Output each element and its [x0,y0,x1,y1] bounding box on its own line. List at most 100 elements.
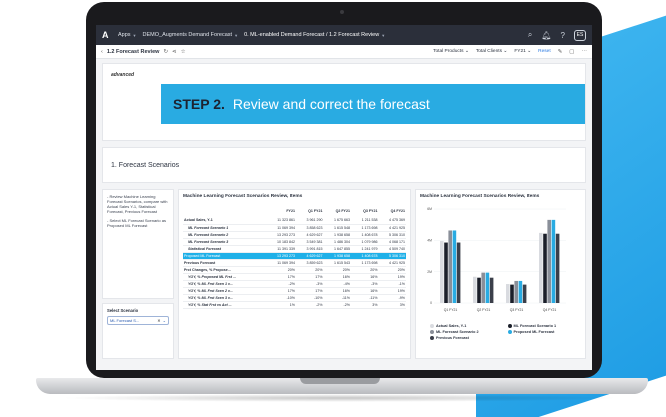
section-header: 1. Forecast Scenarios [102,147,586,183]
search-icon[interactable]: ⌕ [528,30,532,40]
chevron-down-icon[interactable]: ⌄ [163,318,166,323]
edit-icon[interactable]: ✎ [558,49,563,55]
legend-label: ML Forecast Scenario 1 [513,324,557,328]
breadcrumb-page[interactable]: 0. ML-enabled Demand Forecast / 1.2 Fore… [244,32,385,38]
table-row[interactable]: ML Forecast Scenario 2 13 293 273 4 629 62… [183,231,406,239]
table-row[interactable]: YOY, % ML Frst Scen 3 v... -10% -10% -11% -1… [183,294,406,302]
table-row[interactable]: ML Forecast Scenario 3 10 183 842 3 549 38… [183,238,406,246]
table-cell: 1% [265,301,296,309]
legend-item[interactable]: ML Forecast Scenario 2 [430,330,504,334]
table-cell: 1 173 698 [350,224,379,232]
webcam-icon [340,10,344,14]
bar [543,233,547,303]
filter-time[interactable]: FY21 ⌄ [514,49,531,54]
step-banner: STEP 2. Review and correct the forecast [161,84,585,124]
column-header: Q3 FY21 [363,209,378,213]
bar [477,277,481,303]
table-row[interactable]: Proposed ML Forecast 13 293 273 4 629 627 1… [183,252,406,260]
chevron-down-icon: ▼ [234,32,239,38]
table-cell: 3 991 815 [295,245,324,253]
column-header: Q1 FY21 [308,209,323,213]
bar [444,242,448,303]
bar [473,276,477,303]
row-label: ML Forecast Scenario 3 [183,238,266,246]
table-cell: 17% [295,287,324,295]
table-cell: 1 647 855 [323,245,351,253]
table-cell: -10% [265,294,296,302]
breadcrumb-model[interactable]: DEMO_Augments Demand Forecast ▼ [143,32,239,38]
table-row[interactable]: YOY, % Proposed ML Frst ... 17% 17% 16% 16% 1… [183,273,406,281]
row-label: YOY, % ML Frst Scen 2 v... [183,287,266,295]
table-row[interactable]: YOY, % Stat Frst vs Act ... 1% -2% -2% 3% 3% [183,301,406,309]
legend-swatch [430,330,434,334]
star-icon[interactable]: ☆ [181,49,186,55]
table-cell: 11 323 861 [265,217,296,225]
table-row[interactable]: Prct Changes, % Propose... 20% 20% 20% 20% 20… [183,266,406,274]
column-header: FY21 [286,209,295,213]
step-text: Review and correct the forecast [232,96,430,112]
table-row[interactable]: Statistical Forecast 11 391 339 3 991 815 1… [183,245,406,253]
table-cell: -9% [378,294,406,302]
filter-clients[interactable]: Total Clients ⌄ [476,49,507,54]
table-cell: 10 183 842 [265,238,296,246]
app-logo[interactable]: A [102,30,112,40]
table-row[interactable]: ML Forecast Scenario 1 11 069 394 3 858 62… [183,224,406,232]
table-cell: 1 408 678 [350,252,379,260]
table-row[interactable]: YOY, % ML Frst Scen 1 v... -2% -3% -4% -3% -1… [183,280,406,288]
table-cell: 20% [265,266,296,274]
y-tick-label: 6M [427,207,432,211]
share-icon[interactable]: ⋖ [172,49,177,55]
app-topbar: A Apps ▼ DEMO_Augments Demand Forecast ▼ 0… [96,25,592,45]
bar [506,284,510,303]
legend-item[interactable]: Actual Sales, Y-1 [430,324,504,328]
bar [551,219,556,303]
bar [510,284,514,303]
breadcrumb-apps[interactable]: Apps ▼ [118,32,137,38]
chart-title: Machine Learning Forecast Scenarios Revi… [420,194,540,199]
bar [514,280,518,303]
legend-item[interactable]: ML Forecast Scenario 1 [507,324,582,328]
table-cell: 1 408 678 [350,231,379,239]
bell-icon[interactable]: 🔔︎ [541,31,551,40]
comment-icon[interactable]: ▢ [569,49,574,55]
back-icon[interactable]: ‹ [101,49,103,55]
row-label: ML Forecast Scenario 1 [183,224,266,232]
section-title: Forecast Scenarios [118,161,180,169]
legend-item[interactable]: Proposed ML Forecast [507,330,582,334]
reset-button[interactable]: Reset [538,49,551,54]
bar [485,272,490,303]
legend-item[interactable]: Previous Forecast [430,336,504,340]
table-cell: 4 475 369 [378,217,406,225]
clear-icon[interactable]: ✕ [157,318,160,323]
scenario-select-dropdown[interactable]: ML Forecast S... ✕ ⌄ [107,316,169,325]
row-label: Previous Forecast [183,259,266,267]
filter-products[interactable]: Total Products ⌄ [433,49,469,54]
table-row[interactable]: Previous Forecast 11 069 394 3 859 623 1 61… [183,259,406,267]
column-header [183,205,265,217]
help-icon[interactable]: ? [561,31,565,40]
table-cell: 4 629 627 [295,252,324,260]
table-cell: 16% [350,287,379,295]
table-cell: 17% [265,273,296,281]
table-cell: 4 629 627 [295,231,324,239]
table-cell: 11 391 339 [265,245,296,253]
column-header: Q2 FY21 [335,209,350,213]
table-cell: 1 211 538 [350,217,379,225]
laptop-notch [300,378,380,384]
chevron-down-icon: ▼ [132,32,137,38]
table-row[interactable]: YOY, % ML Frst Scen 2 v... 17% 17% 16% 16% 19… [183,287,406,295]
table-cell: 16% [323,273,351,281]
legend-swatch [507,324,512,328]
row-label: Prct Changes, % Propose... [183,266,266,274]
table-header-row: FY21 Q1 FY21 Q2 FY21 Q3 FY21 Q4 FY21 [183,205,406,217]
refresh-icon[interactable]: ↻ [163,49,168,55]
table-row[interactable]: Actual Sales, Y-1 11 323 861 3 961 290 1 67… [183,217,406,225]
avatar[interactable]: ES [574,29,586,41]
more-icon[interactable]: ⋯ [582,49,588,55]
instructions-card: - Review Machine Learning Forecast Scena… [102,189,174,299]
table-cell: 1 938 658 [323,252,351,260]
laptop-screen: A Apps ▼ DEMO_Augments Demand Forecast ▼ 0… [96,25,592,370]
table-cell: 3 858 623 [295,224,324,232]
x-tick-label: Q3 FY21 [510,308,524,312]
laptop-shadow [60,394,620,402]
